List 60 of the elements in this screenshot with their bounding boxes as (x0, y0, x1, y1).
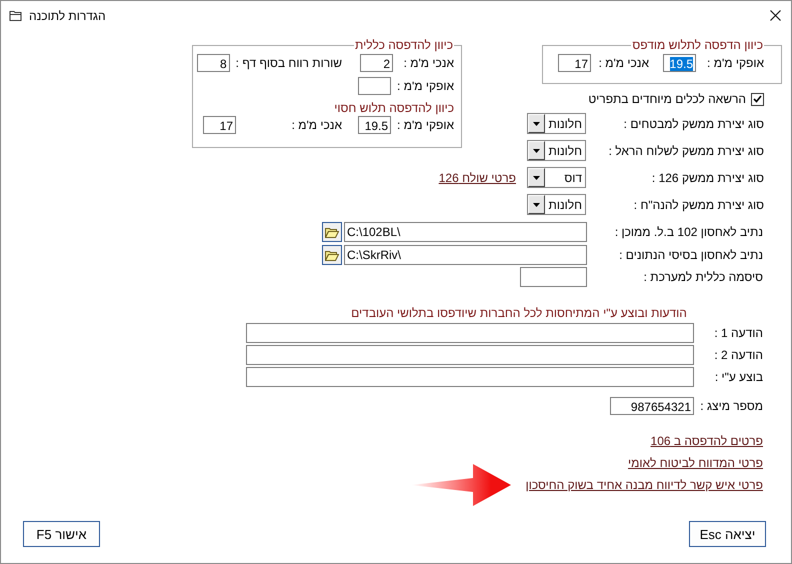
caret-icon (533, 176, 540, 180)
group-title: כיוון להדפסה כללית (354, 38, 454, 52)
field-label: סוג יצירת ממשק להנה"ח : (632, 198, 764, 212)
input-field[interactable]: 987654321 (610, 397, 694, 415)
caret-icon (533, 202, 540, 206)
input-field[interactable]: 8 (196, 54, 230, 72)
field-label: הודעה 1 : (713, 326, 763, 340)
exit-button[interactable]: יציאה Esc (689, 521, 766, 547)
close-button[interactable] (767, 8, 783, 24)
field-label: סיסמה כללית למערכת : (642, 270, 763, 284)
close-icon (770, 10, 780, 21)
folder-button[interactable] (322, 245, 342, 265)
group-title: כיוון הדפסה לתלוש מודפס (631, 38, 764, 52)
field-label: אנכי מ'מ : (598, 56, 649, 70)
details-link[interactable]: פרטים להדפסה ב 106 (650, 433, 763, 449)
combo-box[interactable]: חלונות (527, 194, 586, 215)
section-title: הודעות ובוצע ע"י המתיחסות לכל החברות שיודפסו בתלושי העובדים (351, 305, 687, 321)
field-label: סוג יצירת ממשק 126 : (650, 170, 764, 184)
checkbox[interactable] (751, 92, 764, 106)
section-title: כיוון להדפסה תלוש חסוי (333, 101, 454, 115)
folder-icon (325, 226, 339, 238)
field-label: אופקי מ'מ : (707, 56, 764, 70)
caret-icon (533, 148, 540, 152)
combo-box[interactable]: חלונות (527, 113, 586, 134)
window-icon (9, 10, 23, 22)
field-label: אופקי מ'מ : (397, 79, 454, 93)
field-label: אנכי מ'מ : (292, 118, 342, 132)
field-label: אנכי מ'מ : (404, 56, 454, 70)
field-label: שורות רווח בסוף דף : (236, 56, 342, 70)
field-label: מספר מיצג : (699, 399, 763, 413)
field-label: סוג יצירת ממשק למבטחים : (622, 116, 764, 130)
input-field[interactable]: 2 (360, 54, 393, 72)
details-link[interactable]: פרטי איש קשר לדיווח מבנה אחיד בשוק החיסכון (526, 477, 763, 493)
combo-box[interactable]: חלונות (527, 140, 586, 161)
input-field[interactable] (246, 367, 694, 387)
input-field[interactable]: C:\102BL\ (344, 222, 587, 242)
field-label: אופקי מ'מ : (397, 118, 454, 132)
input-field[interactable]: 17 (558, 54, 591, 72)
input-field[interactable] (246, 323, 694, 343)
password-field[interactable] (520, 267, 587, 287)
window-title: הגדרות לתוכנה (29, 8, 106, 22)
field-label: הודעה 2 : (713, 348, 763, 362)
field-label: נתיב לאחסון 102 ב.ל. ממוכן : (614, 225, 763, 239)
ok-button[interactable]: אישור F5 (23, 521, 100, 547)
input-field[interactable] (246, 345, 694, 365)
input-field[interactable] (358, 77, 392, 95)
caret-icon (533, 122, 540, 126)
field-label: נתיב לאחסון בסיסי הנתונים : (618, 248, 763, 262)
input-field[interactable]: 17 (203, 116, 236, 134)
folder-button[interactable] (322, 222, 342, 242)
field-label: סוג יצירת ממשק לשלוח הראל : (608, 144, 764, 158)
checkbox-label: הרשאה לכלים מיוחדים בתפריט (588, 92, 746, 106)
folder-icon (325, 250, 339, 260)
input-field[interactable]: 19.5 (358, 116, 392, 134)
sender-details-link[interactable]: פרטי שולח 126 (438, 170, 516, 184)
field-label: בוצע ע"י : (714, 370, 763, 384)
details-link[interactable]: פרטי המדווח לביטוח לאומי (628, 455, 763, 471)
input-field[interactable]: C:\SkrRiv\ (344, 245, 587, 265)
input-field[interactable]: 19.5 (663, 54, 696, 72)
combo-box[interactable]: דוס (527, 167, 586, 188)
